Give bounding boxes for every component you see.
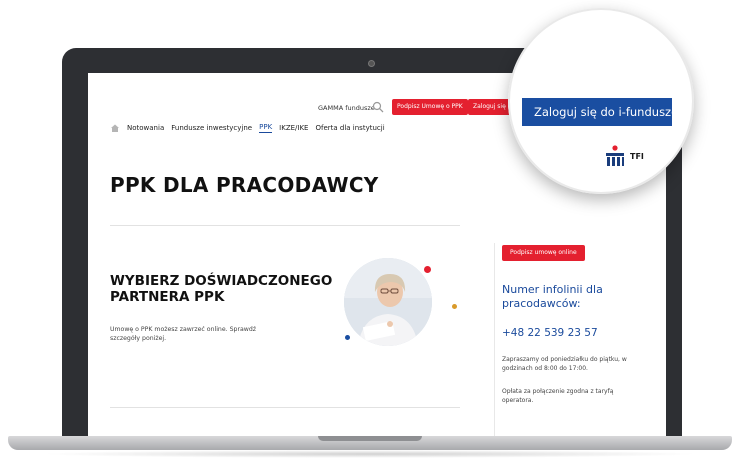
hero-heading: WYBIERZ DOŚWIADCZONEGO PARTNERA PPK [110, 273, 333, 305]
magnifier-bubble: Zaloguj się do i-fundusze TFI [508, 8, 694, 194]
decor-dot-blue [345, 335, 350, 340]
woman-illustration [344, 258, 432, 346]
infoline-title: Numer infolinii dla pracodawców: [502, 283, 603, 310]
decor-dot-red [424, 266, 431, 273]
tfi-label: TFI [630, 152, 644, 161]
search-icon[interactable] [372, 101, 384, 113]
login-i-fundusze-button[interactable]: Zaloguj się do i-fundusze [522, 98, 678, 126]
divider [110, 225, 460, 226]
laptop-shadow [40, 450, 700, 458]
nav-item-ikze-ike[interactable]: IKZE/IKE [279, 124, 308, 132]
home-icon[interactable] [110, 123, 120, 133]
infoline-phone[interactable]: +48 22 539 23 57 [502, 327, 598, 339]
nav-item-ppk[interactable]: PPK [259, 123, 273, 133]
main-nav: Notowania Fundusze inwestycyjne PPK IKZE… [110, 123, 385, 133]
pko-logo-icon [606, 145, 624, 166]
infoline-hours: Zapraszamy od poniedziałku do piątku, w … [502, 356, 627, 372]
webcam-icon [368, 60, 375, 67]
infoline-fee: Opłata za połączenie zgodna z taryfą ope… [502, 388, 614, 404]
laptop-notch [318, 436, 422, 441]
sign-agreement-button[interactable]: Podpisz Umowę o PPK [392, 99, 468, 115]
decor-dot-orange [452, 304, 457, 309]
consultant-photo [344, 258, 432, 346]
hero-text: Umowę o PPK możesz zawrzeć online. Spraw… [110, 326, 257, 342]
sign-online-button[interactable]: Podpisz umowę online [502, 245, 585, 261]
panel-separator [494, 243, 495, 436]
nav-item-notowania[interactable]: Notowania [127, 124, 164, 132]
divider [110, 407, 460, 408]
nav-item-fundusze[interactable]: Fundusze inwestycyjne [171, 124, 252, 132]
gamma-fundusze-link[interactable]: GAMMA fundusze [318, 104, 375, 112]
nav-item-oferta[interactable]: Oferta dla instytucji [315, 124, 384, 132]
page-title: PPK DLA PRACODAWCY [110, 173, 379, 197]
